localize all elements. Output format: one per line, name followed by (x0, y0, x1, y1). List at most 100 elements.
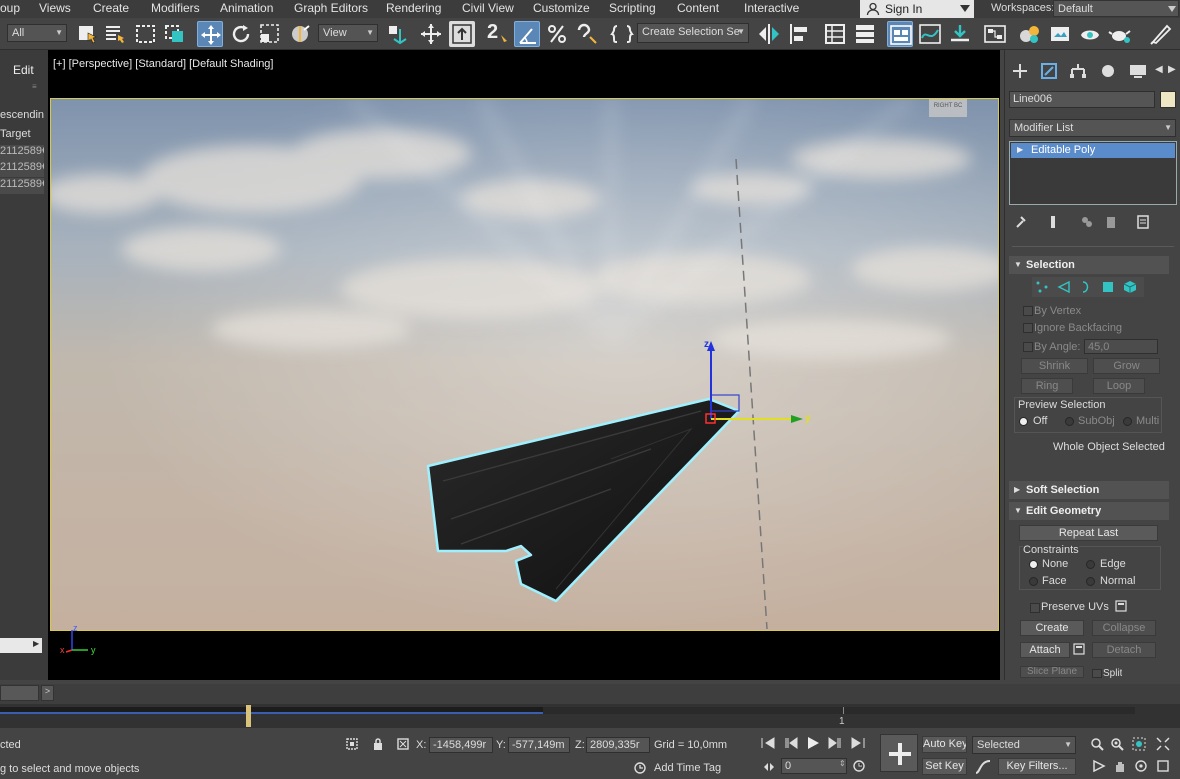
go-to-end-icon[interactable] (850, 736, 866, 750)
stack-item-editable-poly[interactable]: ▶ Editable Poly (1011, 143, 1175, 158)
soft-selection-rollout-header[interactable]: ▶ Soft Selection (1009, 481, 1169, 499)
select-manipulate-button[interactable] (418, 21, 444, 47)
pin-stack-icon[interactable] (1014, 214, 1028, 230)
key-mode-dropdown[interactable]: Selected ▼ (972, 736, 1076, 754)
chevron-right-icon[interactable]: ▶ (1168, 64, 1176, 75)
collapse-button[interactable]: Collapse (1092, 620, 1156, 636)
select-and-scale-button[interactable] (257, 21, 283, 47)
by-vertex-checkbox[interactable] (1023, 306, 1033, 316)
repeat-last-button[interactable]: Repeat Last (1019, 525, 1158, 541)
menu-scripting[interactable]: Scripting (609, 1, 656, 15)
object-color-swatch[interactable] (1160, 91, 1176, 108)
previous-frame-icon[interactable] (783, 736, 799, 750)
make-unique-icon[interactable] (1080, 214, 1094, 230)
explorer-row-target[interactable]: Target (0, 128, 44, 144)
named-selection-dropdown[interactable]: Create Selection Se ▼ (637, 23, 749, 43)
current-frame-field[interactable]: 0 ⇕ (781, 758, 847, 774)
render-setup-button[interactable] (1047, 21, 1073, 47)
create-button[interactable]: Create (1020, 620, 1084, 636)
edit-geometry-rollout-header[interactable]: ▼ Edit Geometry (1009, 502, 1169, 520)
menu-content[interactable]: Content (677, 1, 719, 15)
slice-plane-button[interactable]: Slice Plane (1020, 666, 1084, 678)
viewport-shading[interactable]: [Default Shading] (189, 58, 273, 70)
spinner-snap-button[interactable] (574, 21, 600, 47)
ring-button[interactable]: Ring (1021, 378, 1073, 394)
curve-editor-button[interactable] (917, 21, 943, 47)
absolute-mode-icon[interactable] (396, 737, 410, 751)
z-coordinate-field[interactable]: 2809,335r (586, 737, 650, 753)
percent-snap-button[interactable] (544, 21, 570, 47)
menu-views[interactable]: Views (39, 1, 71, 15)
by-angle-spinner[interactable]: 45,0 (1084, 339, 1158, 354)
keyboard-shortcut-override-button[interactable] (449, 21, 475, 47)
preview-subobj-radio[interactable] (1065, 417, 1074, 426)
constraint-normal-radio[interactable] (1086, 577, 1095, 586)
menu-group[interactable]: oup (0, 1, 20, 15)
display-tab-icon[interactable] (1128, 61, 1148, 81)
angle-snap-button[interactable] (514, 21, 540, 47)
border-icon[interactable] (1078, 279, 1094, 295)
modifier-list-dropdown[interactable]: Modifier List ▼ (1009, 119, 1176, 137)
viewport-scene[interactable]: RIGHT BC z y (50, 98, 999, 631)
scene-explorer-button[interactable] (822, 21, 848, 47)
dope-sheet-button[interactable] (947, 21, 973, 47)
settings-box-icon[interactable] (1115, 600, 1127, 612)
set-key-button[interactable]: Set Key (922, 758, 967, 775)
edge-icon[interactable] (1056, 279, 1072, 295)
field-of-view-icon[interactable] (1092, 759, 1106, 773)
time-slider-track[interactable] (0, 685, 39, 701)
zoom-extents-icon[interactable] (1132, 737, 1146, 751)
menu-rendering[interactable]: Rendering (386, 1, 441, 15)
by-angle-checkbox[interactable] (1023, 342, 1033, 352)
maximize-viewport-icon[interactable] (1156, 759, 1170, 773)
align-button[interactable] (786, 21, 812, 47)
pivot-center-button[interactable] (384, 21, 410, 47)
selection-filter-dropdown[interactable]: All ▼ (7, 24, 67, 42)
constraint-none-radio[interactable] (1029, 560, 1038, 569)
create-tab-icon[interactable] (1010, 61, 1030, 81)
split-checkbox[interactable] (1092, 669, 1102, 678)
explorer-row-object[interactable]: 2112589€ (0, 161, 44, 177)
viewport-point-of-view[interactable]: [Perspective] (69, 58, 133, 70)
orbit-icon[interactable] (1134, 759, 1148, 773)
lock-icon[interactable] (371, 737, 385, 751)
select-and-place-button[interactable] (287, 21, 313, 47)
workspaces-dropdown[interactable]: Default (1053, 0, 1179, 17)
set-keys-button[interactable] (880, 734, 918, 772)
window-crossing-button[interactable] (162, 21, 188, 47)
grow-button[interactable]: Grow (1093, 358, 1160, 374)
add-time-tag-button[interactable]: Add Time Tag (654, 762, 721, 774)
x-coordinate-field[interactable]: -1458,499r (429, 737, 493, 753)
render-production-button[interactable] (1107, 21, 1133, 47)
edit-tab[interactable]: Edit (13, 63, 34, 77)
key-filters-button[interactable]: Key Filters... (998, 758, 1076, 775)
shrink-button[interactable]: Shrink (1021, 358, 1088, 374)
viewport-standard[interactable]: [Standard] (135, 58, 186, 70)
attach-settings-icon[interactable] (1073, 643, 1085, 655)
track-bar[interactable]: 1 (0, 704, 1180, 728)
mirror-button[interactable] (756, 21, 782, 47)
time-configuration-icon[interactable] (852, 759, 866, 773)
rectangular-selection-button[interactable] (133, 21, 159, 47)
pan-hand-icon[interactable] (1113, 759, 1127, 773)
show-end-result-icon[interactable] (1046, 214, 1060, 230)
zoom-all-icon[interactable] (1110, 737, 1124, 751)
viewcube[interactable]: RIGHT BC (929, 99, 967, 117)
configure-modifier-sets-icon[interactable] (1136, 214, 1150, 230)
menu-modifiers[interactable]: Modifiers (151, 1, 200, 15)
next-frame-icon[interactable] (827, 736, 843, 750)
explorer-dropdown[interactable]: ▶ (0, 638, 42, 653)
select-object-button[interactable] (74, 21, 100, 47)
explorer-row-sort[interactable]: escending (0, 109, 44, 125)
remove-modifier-icon[interactable] (1104, 214, 1118, 230)
chevron-left-icon[interactable]: ◀ (1155, 64, 1163, 75)
time-slider-thumb[interactable] (246, 705, 251, 727)
select-by-name-button[interactable] (102, 21, 128, 47)
constraint-face-radio[interactable] (1029, 577, 1038, 586)
zoom-icon[interactable] (1090, 737, 1104, 751)
material-editor-button[interactable] (1017, 21, 1043, 47)
vertex-icon[interactable] (1034, 279, 1050, 295)
time-tag-icon[interactable] (633, 761, 647, 775)
go-to-start-icon[interactable] (760, 736, 776, 750)
menu-customize[interactable]: Customize (533, 1, 590, 15)
